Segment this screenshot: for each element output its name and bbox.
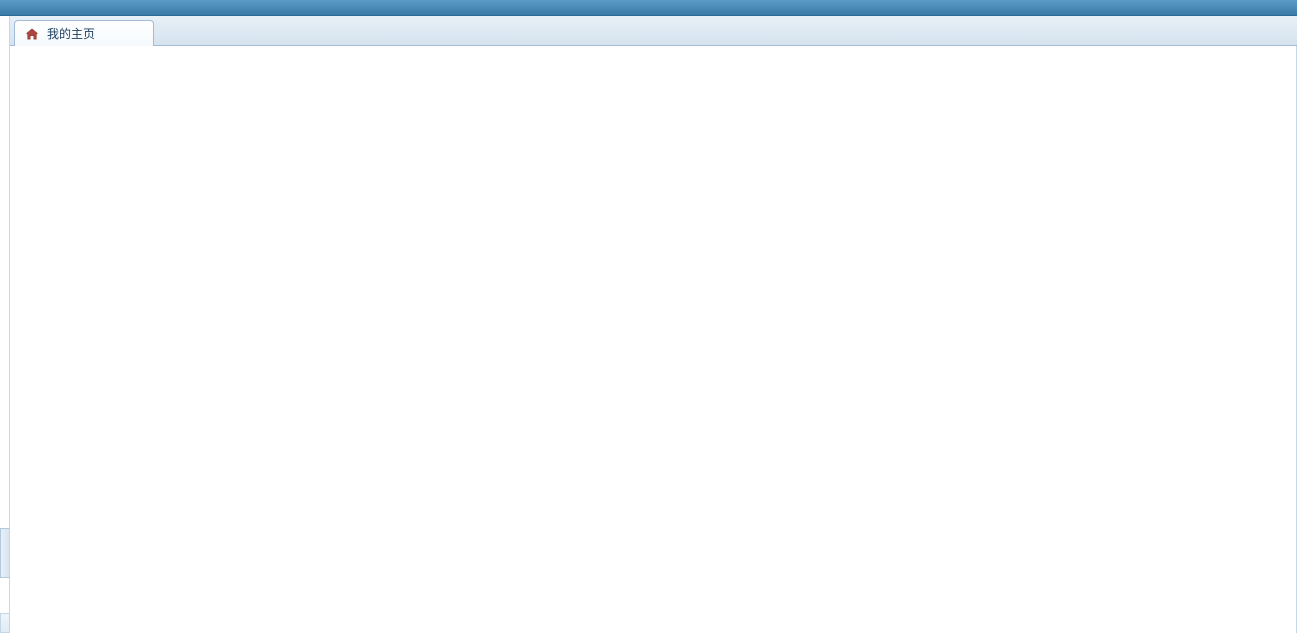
tab-home[interactable]: 我的主页 bbox=[14, 20, 154, 46]
tabs-bar: 我的主页 bbox=[10, 16, 1297, 46]
sidebar-spacer-top bbox=[0, 16, 10, 528]
main-layout: 我的主页 bbox=[0, 16, 1297, 633]
left-sidebar bbox=[0, 16, 10, 633]
sidebar-expand-handle[interactable] bbox=[0, 528, 10, 578]
tab-label: 我的主页 bbox=[47, 25, 95, 42]
sidebar-section-bottom[interactable] bbox=[0, 613, 10, 633]
content-area: 我的主页 bbox=[10, 16, 1297, 633]
home-icon bbox=[25, 27, 39, 41]
sidebar-spacer-bottom bbox=[0, 578, 10, 613]
tab-content-home bbox=[10, 46, 1297, 633]
top-banner bbox=[0, 0, 1297, 16]
